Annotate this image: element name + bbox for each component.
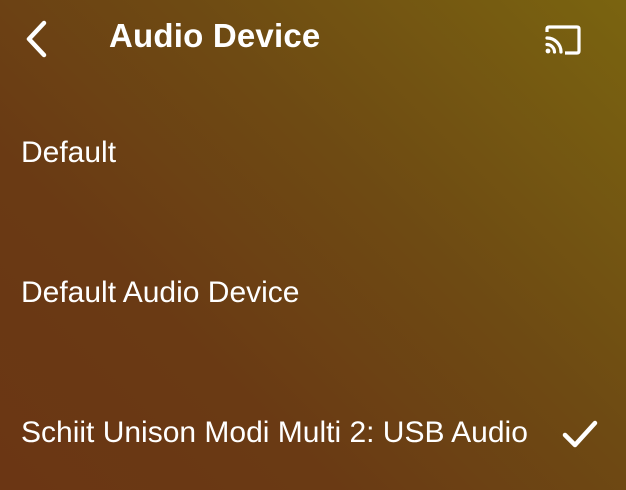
device-item-default[interactable]: Default [0, 90, 626, 230]
device-item-default-audio-device[interactable]: Default Audio Device [0, 230, 626, 370]
device-item-schiit-unison[interactable]: Schiit Unison Modi Multi 2: USB Audio [0, 370, 626, 490]
device-label: Default [21, 136, 117, 169]
cast-button[interactable] [540, 20, 586, 60]
device-label: Default Audio Device [21, 276, 300, 309]
audio-device-list: Default Default Audio Device Schiit Unis… [0, 90, 626, 490]
cast-icon [545, 25, 581, 55]
chevron-left-icon [26, 20, 47, 58]
page-title: Audio Device [109, 17, 321, 54]
back-button[interactable] [18, 18, 54, 60]
header-bar: Audio Device [0, 0, 626, 80]
checkmark-icon [562, 420, 598, 448]
device-label: Schiit Unison Modi Multi 2: USB Audio [21, 416, 528, 449]
